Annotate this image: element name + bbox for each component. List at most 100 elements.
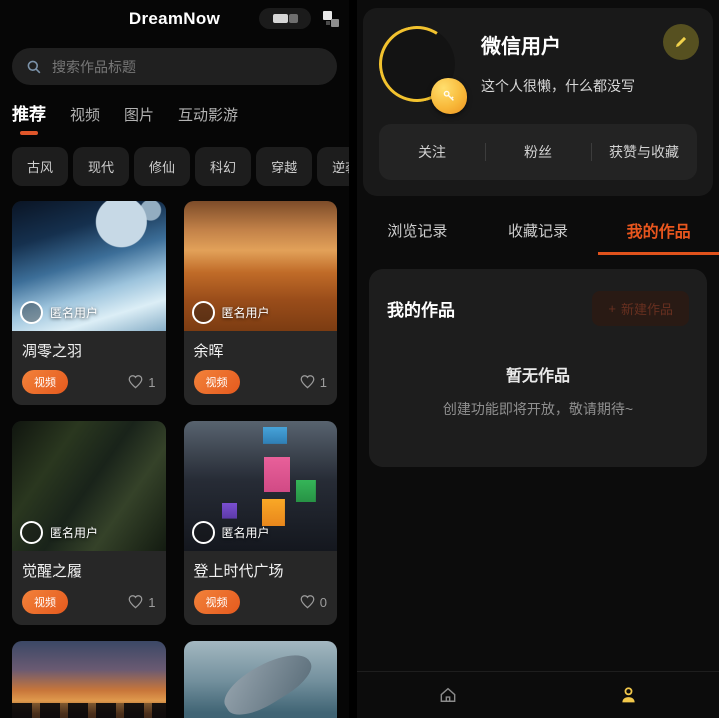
tab-favorites[interactable]: 收藏记录 — [478, 208, 599, 255]
stat-following[interactable]: 关注 — [379, 142, 485, 162]
card-author: 匿名用户 — [192, 521, 270, 544]
heart-icon — [300, 375, 315, 389]
card-info: 凋零之羽 视频 1 — [12, 331, 166, 405]
card-cover-city-sunset: 匿名用户 — [12, 641, 166, 718]
profile-stats-bar: 关注 粉丝 获赞与收藏 — [379, 124, 697, 180]
author-name: 匿名用户 — [50, 304, 98, 321]
card-cover-mars-desert: 匿名用户 — [184, 201, 338, 331]
like-count-value: 0 — [320, 595, 327, 610]
capsule-rect-dim-icon — [289, 14, 298, 23]
chip-nixi[interactable]: 逆袭 — [317, 147, 349, 186]
stat-likes-favorites[interactable]: 获赞与收藏 — [591, 142, 697, 162]
search-placeholder: 搜索作品标题 — [52, 57, 136, 77]
author-name: 匿名用户 — [222, 304, 270, 321]
author-avatar — [20, 301, 43, 324]
stat-fans[interactable]: 粉丝 — [485, 142, 591, 162]
work-card[interactable]: 匿名用户 — [12, 641, 166, 718]
edit-profile-button[interactable] — [663, 24, 699, 60]
active-tab-underline — [20, 131, 38, 135]
video-tag: 视频 — [194, 370, 240, 394]
search-icon — [26, 59, 42, 75]
profile-tabs: 浏览记录 收藏记录 我的作品 — [357, 208, 719, 255]
card-cover-green-jacket: 匿名用户 — [12, 421, 166, 551]
profile-header: 微信用户 这个人很懒，什么都没写 关注 粉丝 获赞与收藏 — [363, 8, 713, 196]
chip-chuanyue[interactable]: 穿越 — [256, 147, 312, 186]
card-title: 余晖 — [194, 340, 328, 361]
like-count[interactable]: 1 — [128, 595, 155, 610]
work-card[interactable]: 匿名用户 — [184, 641, 338, 718]
works-feed: 匿名用户 凋零之羽 视频 1 — [12, 201, 337, 718]
nav-home[interactable] — [357, 685, 538, 705]
card-author: 匿名用户 — [20, 521, 98, 544]
nav-profile[interactable] — [538, 685, 719, 706]
work-card[interactable]: 匿名用户 觉醒之履 视频 1 — [12, 421, 166, 625]
empty-state: 暂无作品 创建功能即将开放，敬请期待~ — [387, 362, 689, 419]
card-author: 匿名用户 — [192, 301, 270, 324]
miniprogram-capsule — [259, 8, 341, 29]
my-works-heading: 我的作品 — [387, 296, 455, 321]
key-icon — [441, 88, 458, 105]
author-avatar — [192, 301, 215, 324]
like-count[interactable]: 0 — [300, 595, 327, 610]
card-author: 匿名用户 — [20, 301, 98, 324]
capsule-more-button[interactable] — [259, 8, 311, 29]
author-name: 匿名用户 — [222, 524, 270, 541]
video-tag: 视频 — [22, 590, 68, 614]
card-cover-times-square: 匿名用户 — [184, 421, 338, 551]
card-cover-frozen-planet: 匿名用户 — [12, 201, 166, 331]
tab-video[interactable]: 视频 — [70, 104, 100, 135]
author-avatar — [20, 521, 43, 544]
work-card[interactable]: 匿名用户 登上时代广场 视频 0 — [184, 421, 338, 625]
pencil-icon — [673, 34, 689, 50]
heart-icon — [128, 375, 143, 389]
user-bio: 这个人很懒，什么都没写 — [481, 76, 635, 96]
tab-image[interactable]: 图片 — [124, 104, 154, 135]
video-tag: 视频 — [194, 590, 240, 614]
new-work-button[interactable]: + 新建作品 — [592, 291, 689, 326]
chip-modern[interactable]: 现代 — [73, 147, 129, 186]
like-count-value: 1 — [148, 375, 155, 390]
heart-icon — [300, 595, 315, 609]
card-info: 登上时代广场 视频 0 — [184, 551, 338, 625]
card-info: 余晖 视频 1 — [184, 331, 338, 405]
left-header: DreamNow — [0, 0, 349, 38]
my-works-panel: 我的作品 + 新建作品 暂无作品 创建功能即将开放，敬请期待~ — [369, 269, 707, 467]
like-count-value: 1 — [320, 375, 327, 390]
category-tabs: 推荐 视频 图片 互动影游 — [12, 100, 337, 135]
tab-my-works[interactable]: 我的作品 — [598, 208, 719, 255]
author-avatar — [192, 521, 215, 544]
like-count[interactable]: 1 — [300, 375, 327, 390]
work-card[interactable]: 匿名用户 凋零之羽 视频 1 — [12, 201, 166, 405]
heart-icon — [128, 595, 143, 609]
plus-icon: + — [608, 301, 616, 316]
card-title: 凋零之羽 — [22, 340, 156, 361]
chip-guofeng[interactable]: 古风 — [12, 147, 68, 186]
tab-interactive[interactable]: 互动影游 — [178, 104, 238, 135]
empty-title: 暂无作品 — [387, 362, 689, 386]
home-icon — [438, 685, 458, 705]
stacked-squares-icon[interactable] — [321, 9, 341, 29]
new-work-button-label: 新建作品 — [621, 299, 673, 318]
avatar-key-badge — [431, 78, 467, 114]
tab-browse-history[interactable]: 浏览记录 — [357, 208, 478, 255]
tab-recommend[interactable]: 推荐 — [12, 100, 46, 135]
tab-recommend-label: 推荐 — [12, 105, 46, 124]
username: 微信用户 — [481, 30, 635, 59]
like-count[interactable]: 1 — [128, 375, 155, 390]
discover-screen: DreamNow 搜索作品标题 推荐 视频 图片 互动影 — [0, 0, 349, 718]
card-cover-breaching-whale: 匿名用户 — [184, 641, 338, 718]
search-input[interactable]: 搜索作品标题 — [12, 48, 337, 85]
genre-chips: 古风 现代 修仙 科幻 穿越 逆袭 — [12, 147, 349, 186]
work-card[interactable]: 匿名用户 余晖 视频 1 — [184, 201, 338, 405]
chip-xiuxian[interactable]: 修仙 — [134, 147, 190, 186]
user-avatar[interactable] — [379, 26, 459, 106]
app-title: DreamNow — [129, 9, 220, 29]
video-tag: 视频 — [22, 370, 68, 394]
bottom-nav — [357, 671, 719, 718]
chip-scifi[interactable]: 科幻 — [195, 147, 251, 186]
profile-screen: 微信用户 这个人很懒，什么都没写 关注 粉丝 获赞与收藏 浏览记录 收藏记录 我… — [357, 0, 719, 718]
stage: DreamNow 搜索作品标题 推荐 视频 图片 互动影 — [0, 0, 719, 718]
like-count-value: 1 — [148, 595, 155, 610]
empty-subtitle: 创建功能即将开放，敬请期待~ — [387, 399, 689, 419]
author-name: 匿名用户 — [50, 524, 98, 541]
